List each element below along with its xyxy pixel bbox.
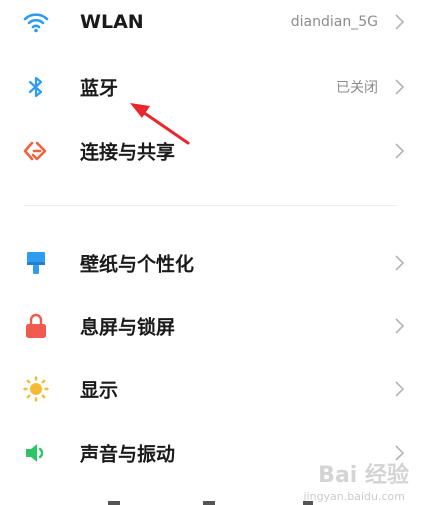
section-divider [24,205,397,206]
settings-item-label: WLAN [80,11,144,33]
chevron-right-icon [395,255,405,271]
settings-item-label: 蓝牙 [80,77,119,100]
system-nav-bar [0,491,421,505]
chevron-right-icon [395,318,405,334]
wallpaper-icon [22,249,50,277]
settings-item-display[interactable]: 显示 [0,358,421,420]
settings-item-lock-screen[interactable]: 息屏与锁屏 [0,295,421,357]
wifi-icon [22,8,50,36]
baidu-watermark: Bai 经验 [318,463,409,488]
settings-item-wallpaper[interactable]: 壁纸与个性化 [0,232,421,294]
chevron-right-icon [395,79,405,95]
bluetooth-status: 已关闭 [336,80,378,96]
settings-item-wlan[interactable]: WLAN diandian_5G [0,0,421,53]
settings-item-label: 声音与振动 [80,443,176,466]
chevron-right-icon [395,143,405,159]
connection-share-icon [22,137,50,165]
chevron-right-icon [395,14,405,30]
settings-item-label: 息屏与锁屏 [80,316,176,339]
nav-menu-icon[interactable] [108,501,120,505]
settings-item-connection-share[interactable]: 连接与共享 [0,120,421,182]
settings-item-label: 壁纸与个性化 [80,253,195,276]
settings-item-label: 连接与共享 [80,141,176,164]
settings-item-label: 显示 [80,379,119,402]
nav-home-icon[interactable] [203,501,215,505]
sun-icon [22,375,50,403]
settings-item-bluetooth[interactable]: 蓝牙 已关闭 [0,56,421,118]
lock-icon [22,312,50,340]
wlan-network-name: diandian_5G [290,14,378,30]
nav-back-icon[interactable] [303,501,313,505]
chevron-right-icon [395,381,405,397]
bluetooth-icon [22,73,50,101]
speaker-icon [22,439,50,467]
